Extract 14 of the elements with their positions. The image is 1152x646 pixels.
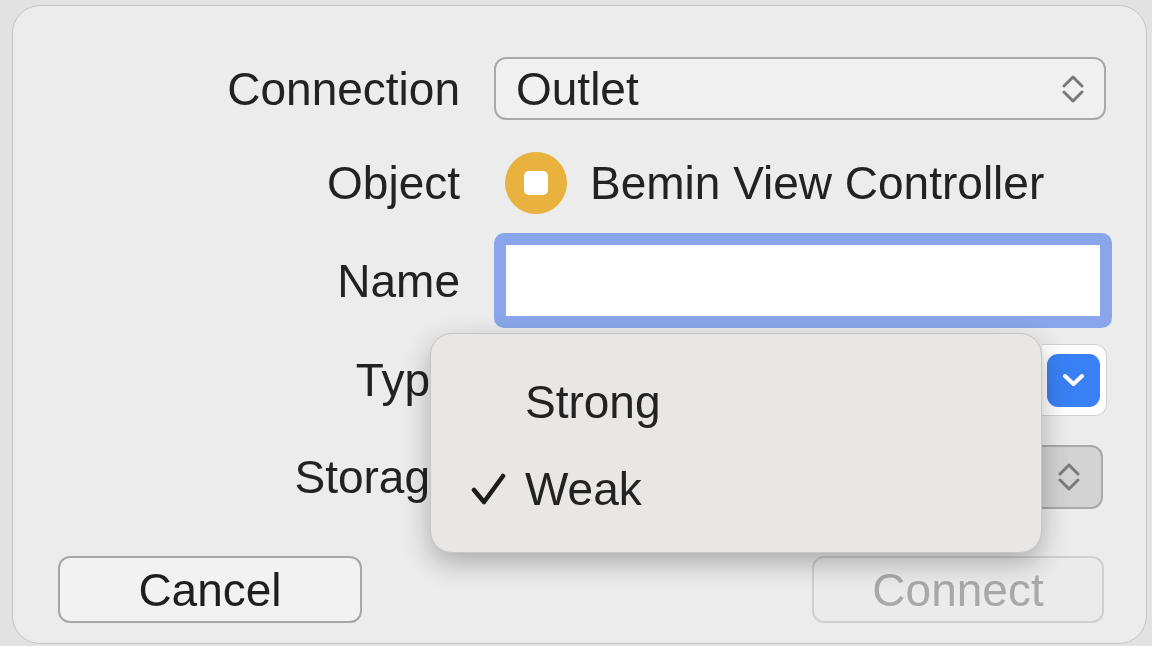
popup-button[interactable]: Outlet [494,57,1106,120]
dialog-button[interactable]: Cancel [58,556,362,623]
name-field[interactable] [494,233,1112,328]
menu-item[interactable]: Weak [431,445,1041,532]
up-down-chevron-icon [1058,462,1080,492]
popup-button[interactable] [1042,445,1103,509]
field-label: Connection [227,65,460,112]
field-label: Name [337,257,460,304]
chevron-down-icon [1047,353,1100,407]
combo-box[interactable] [1042,344,1107,416]
object-name: Bemin View Controller [590,160,1045,206]
up-down-chevron-icon [1062,73,1084,104]
menu-item[interactable]: Strong [431,358,1041,445]
square-in-circle-icon [505,152,567,214]
